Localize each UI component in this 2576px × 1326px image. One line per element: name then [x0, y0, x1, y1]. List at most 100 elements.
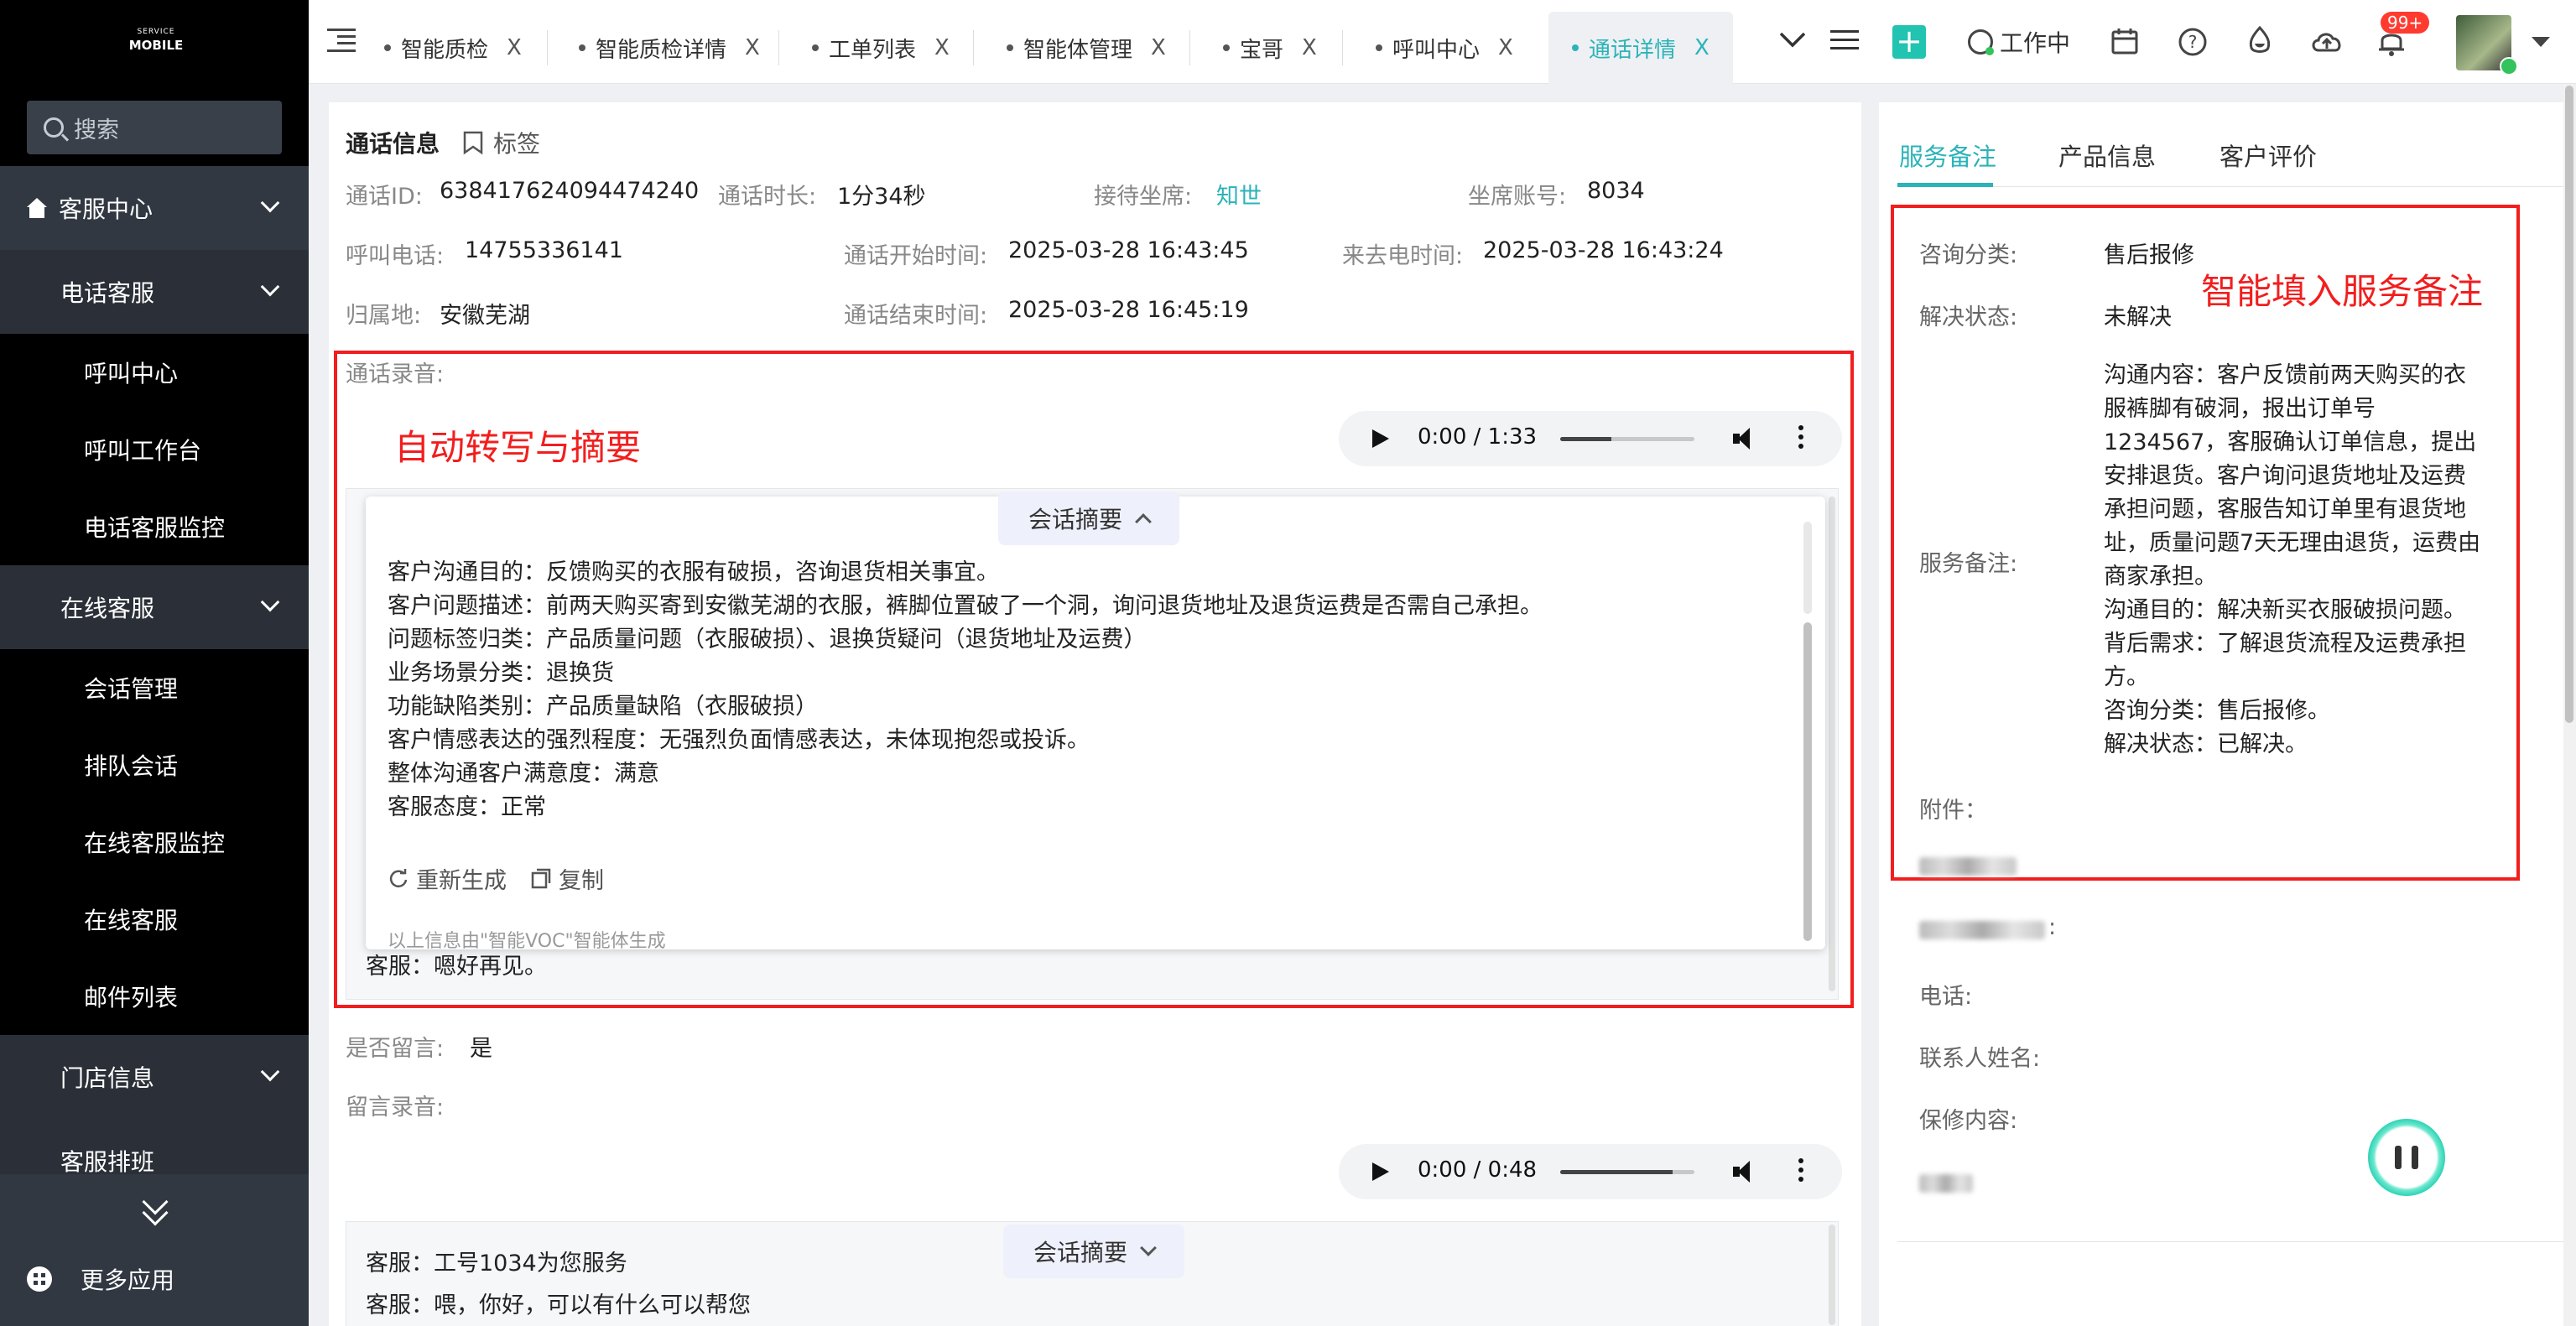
voicemail-flag-value: 是 — [470, 1036, 492, 1062]
avatar[interactable] — [2456, 15, 2518, 75]
consult-type-value: 售后报修 — [2104, 242, 2194, 268]
more-apps-button[interactable]: 更多应用 — [27, 1262, 174, 1296]
tab-smart-qc-detail[interactable]: 智能质检详情 X — [579, 12, 760, 84]
transcript-line: 客服：工号1034为您服务 — [366, 1251, 627, 1277]
volume-icon[interactable] — [1733, 426, 1758, 451]
sidebar-item-customer-center[interactable]: 客服中心 — [0, 166, 309, 250]
caret-down-icon[interactable] — [2530, 35, 2552, 49]
tab-smart-qc[interactable]: 智能质检 X — [384, 12, 522, 84]
calendar-icon[interactable] — [2110, 27, 2139, 55]
help-icon[interactable]: ? — [2178, 27, 2208, 57]
close-icon[interactable]: X — [934, 35, 950, 60]
summary-line: 功能缺陷类别：产品质量缺陷（衣服破损） — [388, 694, 818, 720]
duration-value: 1分34秒 — [837, 184, 926, 210]
play-icon[interactable] — [1372, 429, 1389, 448]
sidebar-item-call-center[interactable]: 呼叫中心 — [0, 334, 309, 411]
consult-type-label: 咨询分类: — [1919, 242, 2018, 268]
tab-baoge[interactable]: 宝哥 X — [1223, 12, 1317, 84]
call-audio-player[interactable]: 0:00 / 1:33 — [1339, 411, 1842, 466]
sidebar-item-online-service[interactable]: 在线客服 — [0, 565, 309, 649]
voicemail-summary-toggle[interactable]: 会话摘要 — [1003, 1225, 1184, 1278]
close-icon[interactable]: X — [1302, 35, 1317, 60]
close-icon[interactable]: X — [507, 35, 522, 60]
recording-label: 通话录音: — [346, 361, 445, 387]
service-notes-panel: 服务备注 产品信息 客户评价 智能填入服务备注 咨询分类: 售后报修 解决状态:… — [1879, 102, 2576, 1326]
list-menu-icon[interactable] — [1830, 29, 1859, 52]
sidebar-search-input[interactable]: 搜索 — [27, 101, 282, 154]
sidebar-item-mail-list[interactable]: 邮件列表 — [0, 958, 309, 1035]
service-notes-text: 沟通内容：客户反馈前两天购买的衣 服裤脚有破洞，报出订单号 1234567，客服… — [2104, 362, 2481, 757]
voicemail-flag-label: 是否留言: — [346, 1036, 445, 1062]
close-icon[interactable]: X — [745, 35, 760, 60]
close-icon[interactable]: X — [1151, 35, 1166, 60]
cloud-upload-icon[interactable] — [2310, 27, 2344, 55]
add-button[interactable]: + — [1892, 25, 1926, 59]
tab-service-notes[interactable]: 服务备注 — [1899, 138, 1996, 173]
sidebar-item-scheduling[interactable]: 客服排班 — [0, 1119, 309, 1176]
chevron-up-icon — [1135, 513, 1152, 530]
voicemail-audio-player[interactable]: 0:00 / 0:48 — [1339, 1144, 1842, 1199]
call-id-value: 638417624094474240 — [440, 178, 700, 204]
end-time-value: 2025-03-28 16:45:19 — [1008, 297, 1249, 323]
regenerate-button[interactable]: 重新生成 — [388, 862, 507, 895]
more-options-icon[interactable] — [1798, 425, 1803, 430]
copy-icon — [531, 868, 551, 888]
work-status-toggle[interactable]: 工作中 — [1968, 25, 2070, 59]
resolve-status-value: 未解决 — [2104, 304, 2172, 330]
summary-line: 客服态度：正常 — [388, 794, 546, 820]
pause-float-button[interactable] — [2368, 1119, 2445, 1196]
summary-scrollbar[interactable] — [1803, 622, 1812, 941]
caller-label: 呼叫电话: — [346, 243, 445, 269]
seat-label: 坐席账号: — [1468, 184, 1567, 210]
audio-seek-bar[interactable] — [1560, 1170, 1694, 1174]
sidebar-item-online-monitor[interactable]: 在线客服监控 — [0, 803, 309, 881]
agent-link[interactable]: 知世 — [1216, 178, 1262, 211]
sidebar-item-phone-service[interactable]: 电话客服 — [0, 250, 309, 334]
generated-by-note: 以上信息由"智能VOC"智能体生成 — [388, 931, 666, 952]
volume-icon[interactable] — [1733, 1159, 1758, 1184]
sidebar-item-store-info[interactable]: 门店信息 — [0, 1035, 309, 1119]
expand-sidebar-icon[interactable] — [141, 1188, 169, 1226]
tab-call-detail[interactable]: 通话详情 X — [1548, 12, 1733, 84]
sidebar-item-phone-monitor[interactable]: 电话客服监控 — [0, 488, 309, 565]
transcript-scrollbar-track[interactable] — [1829, 497, 1835, 991]
resolve-status-label: 解决状态: — [1919, 304, 2018, 330]
audio-seek-bar[interactable] — [1560, 437, 1694, 441]
audio-progress-fill — [1560, 437, 1611, 441]
chevron-down-icon — [1140, 1240, 1157, 1256]
tab-product-info[interactable]: 产品信息 — [2058, 138, 2156, 173]
summary-line: 客户问题描述：前两天购买寄到安徽芜湖的衣服，裤脚位置破了一个洞，询问退货地址及退… — [388, 593, 1543, 619]
end-time-label: 通话结束时间: — [844, 303, 988, 329]
tab-customer-review[interactable]: 客户评价 — [2220, 138, 2317, 173]
sidebar-item-session-mgmt[interactable]: 会话管理 — [0, 649, 309, 726]
voicemail-scrollbar[interactable] — [1829, 1225, 1835, 1325]
tab-agent-mgmt[interactable]: 智能体管理 X — [1007, 12, 1166, 84]
tag-button[interactable]: 标签 — [461, 126, 540, 159]
summary-scrollbar-track — [1803, 522, 1812, 614]
page-scrollbar-thumb[interactable] — [2565, 86, 2573, 723]
summary-toggle-button[interactable]: 会话摘要 — [998, 491, 1179, 545]
sidebar-item-online-service-sub[interactable]: 在线客服 — [0, 881, 309, 958]
page-scrollbar-track[interactable] — [2563, 84, 2576, 1326]
menu-toggle-icon[interactable] — [327, 29, 356, 52]
chevron-down-icon[interactable] — [1778, 29, 1807, 50]
search-icon — [44, 117, 64, 138]
phone-label: 电话: — [1919, 984, 1973, 1010]
sidebar-item-queue-session[interactable]: 排队会话 — [0, 726, 309, 803]
tab-call-center[interactable]: 呼叫中心 X — [1376, 12, 1513, 84]
copy-button[interactable]: 复制 — [530, 862, 604, 895]
call-detail-panel: 通话信息 标签 通话ID: 638417624094474240 通话时长: 1… — [329, 102, 1861, 1326]
agent-label: 接待坐席: — [1094, 184, 1193, 210]
skin-theme-icon[interactable] — [2245, 25, 2275, 57]
play-icon[interactable] — [1372, 1162, 1389, 1181]
start-time-label: 通话开始时间: — [844, 243, 988, 269]
service-notes-label: 服务备注: — [1919, 551, 2018, 577]
topbar: 智能质检 X 智能质检详情 X 工单列表 X 智能体管理 X 宝哥 X 呼叫中心 X 通话详… — [309, 0, 2576, 84]
transcript-line: 客服：喂，你好，可以有什么可以帮您 — [366, 1292, 751, 1318]
close-icon[interactable]: X — [1498, 35, 1513, 60]
sidebar: SERVICE MOBILE 搜索 客服中心 电话客服 呼叫中心 呼叫工作台 电… — [0, 0, 309, 1326]
sidebar-item-call-workbench[interactable]: 呼叫工作台 — [0, 411, 309, 488]
tab-ticket-list[interactable]: 工单列表 X — [812, 12, 950, 84]
close-icon[interactable]: X — [1694, 35, 1710, 60]
more-options-icon[interactable] — [1798, 1158, 1803, 1163]
